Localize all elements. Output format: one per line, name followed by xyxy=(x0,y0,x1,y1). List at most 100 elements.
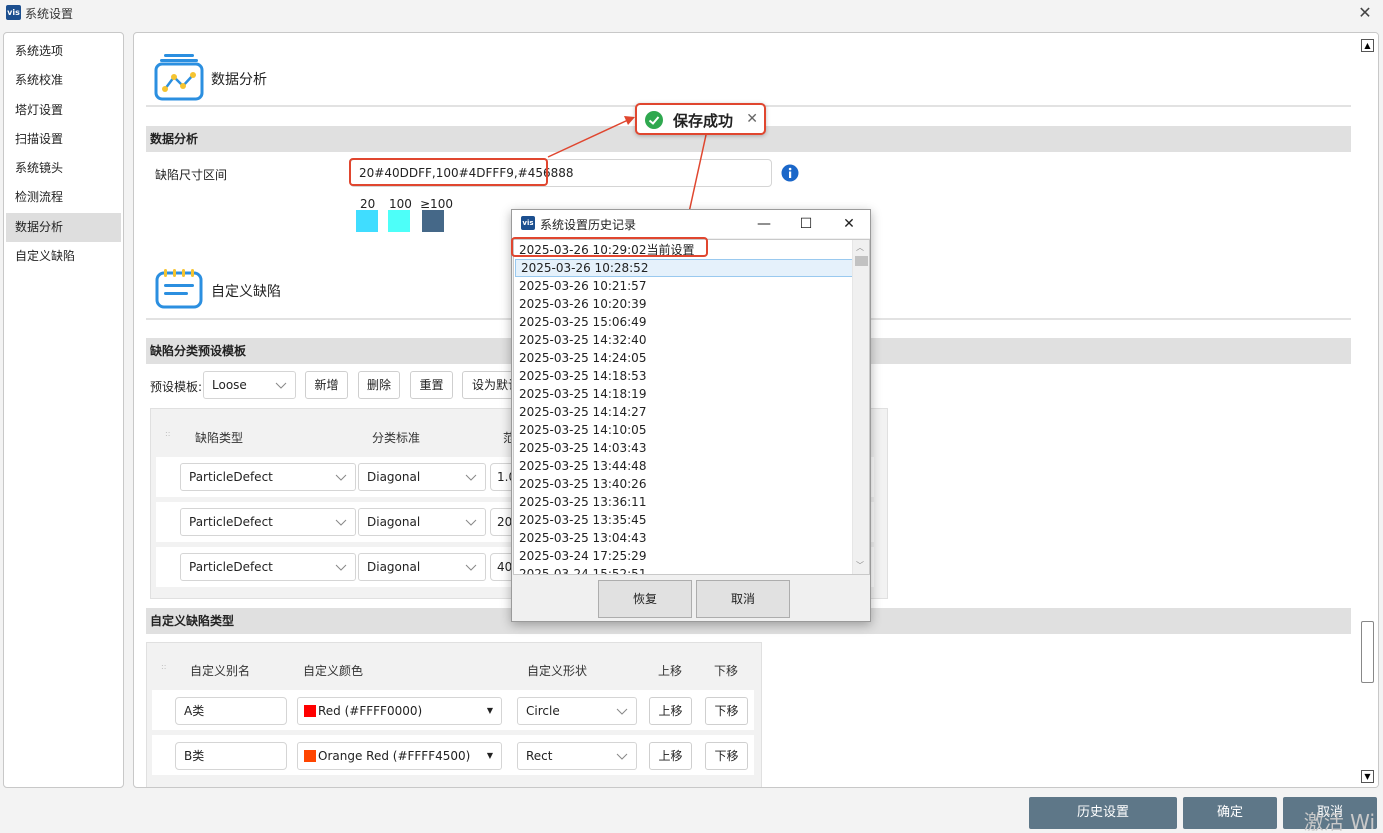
column-header-down: 下移 xyxy=(714,664,739,678)
move-up-button[interactable]: 上移 xyxy=(649,742,692,770)
custom-defect-icon xyxy=(154,267,204,309)
history-item[interactable]: 2025-03-25 14:18:19 xyxy=(519,385,646,403)
activation-watermark: 激活 Wi xyxy=(1303,810,1375,833)
standard-select[interactable]: Diagonal xyxy=(358,553,486,581)
maximize-icon[interactable]: ☐ xyxy=(792,213,820,235)
defect-type-select[interactable]: ParticleDefect xyxy=(180,463,356,491)
color-value: Orange Red (#FFFF4500) xyxy=(318,749,471,763)
alias-input[interactable]: B类 xyxy=(175,742,287,770)
sidebar-item-tower-light[interactable]: 塔灯设置 xyxy=(6,96,121,125)
custom-defect-module-title: 自定义缺陷 xyxy=(211,284,281,300)
alias-input[interactable]: A类 xyxy=(175,697,287,725)
main-scrollbar[interactable]: ▲ ▼ xyxy=(1358,33,1378,787)
app-logo: vis xyxy=(521,216,535,230)
history-settings-button[interactable]: 历史设置 xyxy=(1029,797,1177,829)
defect-size-label: 缺陷尺寸区间 xyxy=(155,168,228,182)
sidebar-item-scan-settings[interactable]: 扫描设置 xyxy=(6,125,121,154)
preset-template-value: Loose xyxy=(212,378,247,392)
defect-type-value: ParticleDefect xyxy=(189,515,273,529)
defect-type-select[interactable]: ParticleDefect xyxy=(180,553,356,581)
legend-swatch-over-100 xyxy=(422,210,444,232)
history-item[interactable]: 2025-03-26 10:20:39 xyxy=(519,295,646,313)
history-item[interactable]: 2025-03-25 13:36:11 xyxy=(519,493,646,511)
window-close-button[interactable]: ✕ xyxy=(1355,3,1375,22)
sidebar: 系统选项 系统校准 塔灯设置 扫描设置 系统镜头 检测流程 数据分析 自定义缺陷 xyxy=(3,32,124,788)
history-list[interactable]: 2025-03-26 10:29:02当前设置 2025-03-26 10:28… xyxy=(513,239,870,575)
history-dialog: vis 系统设置历史记录 — ☐ ✕ 2025-03-26 10:29:02当前… xyxy=(511,209,871,622)
toast-message: 保存成功 xyxy=(673,112,734,130)
column-header-shape: 自定义形状 xyxy=(527,664,588,678)
close-icon[interactable]: ✕ xyxy=(835,213,863,235)
scroll-thumb[interactable] xyxy=(855,256,868,266)
history-item[interactable]: 2025-03-25 13:40:26 xyxy=(519,475,646,493)
defect-type-select[interactable]: ParticleDefect xyxy=(180,508,356,536)
shape-value: Circle xyxy=(526,704,560,718)
preset-template-label: 预设模板: xyxy=(150,380,203,394)
history-item[interactable]: 2025-03-26 10:21:57 xyxy=(519,277,646,295)
sidebar-item-system-options[interactable]: 系统选项 xyxy=(6,37,121,66)
history-item[interactable]: 2025-03-25 13:35:45 xyxy=(519,511,646,529)
title-bar: vis 系统设置 ✕ xyxy=(0,0,1383,28)
shape-select[interactable]: Circle xyxy=(517,697,637,725)
move-down-button[interactable]: 下移 xyxy=(705,697,748,725)
chevron-down-icon xyxy=(335,564,347,571)
preset-template-select[interactable]: Loose xyxy=(203,371,296,399)
sidebar-item-inspection-flow[interactable]: 检测流程 xyxy=(6,183,121,212)
legend-label-over-100: ≥100 xyxy=(420,197,453,211)
sidebar-item-custom-defect[interactable]: 自定义缺陷 xyxy=(6,242,121,271)
chevron-down-icon xyxy=(335,519,347,526)
legend-label-20: 20 xyxy=(360,197,376,211)
color-select[interactable]: Red (#FFFF0000) ▼ xyxy=(297,697,502,725)
delete-template-button[interactable]: 删除 xyxy=(358,371,400,399)
chevron-down-icon xyxy=(275,382,287,389)
window-title: 系统设置 xyxy=(25,7,74,21)
dropdown-arrow-icon: ▼ xyxy=(486,706,493,715)
history-item[interactable]: 2025-03-25 15:06:49 xyxy=(519,313,646,331)
shape-select[interactable]: Rect xyxy=(517,742,637,770)
color-select[interactable]: Orange Red (#FFFF4500) ▼ xyxy=(297,742,502,770)
scroll-thumb[interactable] xyxy=(1361,621,1374,683)
standard-select[interactable]: Diagonal xyxy=(358,508,486,536)
history-item[interactable]: 2025-03-25 14:18:53 xyxy=(519,367,646,385)
history-item[interactable]: 2025-03-24 17:25:29 xyxy=(519,547,646,565)
move-up-button[interactable]: 上移 xyxy=(649,697,692,725)
sidebar-item-system-calibration[interactable]: 系统校准 xyxy=(6,66,121,95)
history-item[interactable]: 2025-03-25 13:04:43 xyxy=(519,529,646,547)
standard-select[interactable]: Diagonal xyxy=(358,463,486,491)
legend-swatch-100 xyxy=(388,210,410,232)
scroll-down-icon[interactable]: ﹀ xyxy=(856,560,864,571)
scroll-up-icon[interactable]: ▲ xyxy=(1361,39,1374,52)
history-item[interactable]: 2025-03-25 13:44:48 xyxy=(519,457,646,475)
move-down-button[interactable]: 下移 xyxy=(705,742,748,770)
history-item[interactable]: 2025-03-25 14:24:05 xyxy=(519,349,646,367)
shape-value: Rect xyxy=(526,749,553,763)
ok-button[interactable]: 确定 xyxy=(1183,797,1277,829)
scroll-down-icon[interactable]: ▼ xyxy=(1361,770,1374,783)
history-item-selected[interactable]: 2025-03-26 10:28:52 xyxy=(515,259,854,277)
add-template-button[interactable]: 新增 xyxy=(305,371,348,399)
dialog-title-bar: vis 系统设置历史记录 — ☐ ✕ xyxy=(512,210,870,238)
column-header-up: 上移 xyxy=(658,664,683,678)
history-item[interactable]: 2025-03-25 14:03:43 xyxy=(519,439,646,457)
chevron-down-icon xyxy=(465,564,477,571)
chevron-down-icon xyxy=(465,519,477,526)
history-item[interactable]: 2025-03-25 14:14:27 xyxy=(519,403,646,421)
defect-type-value: ParticleDefect xyxy=(189,470,273,484)
minimize-icon[interactable]: — xyxy=(750,213,778,235)
chevron-down-icon xyxy=(616,708,628,715)
toast-close-button[interactable]: ✕ xyxy=(746,111,758,127)
reset-template-button[interactable]: 重置 xyxy=(410,371,453,399)
history-item[interactable]: 2025-03-24 15:52:51 xyxy=(519,565,646,574)
info-icon[interactable] xyxy=(781,164,799,182)
dialog-cancel-button[interactable]: 取消 xyxy=(696,580,790,618)
history-item[interactable]: 2025-03-25 14:10:05 xyxy=(519,421,646,439)
sidebar-item-data-analysis[interactable]: 数据分析 xyxy=(6,212,121,243)
standard-value: Diagonal xyxy=(367,470,421,484)
save-success-toast: 保存成功 ✕ xyxy=(635,103,766,135)
scroll-up-icon[interactable]: ︿ xyxy=(856,242,864,253)
restore-button[interactable]: 恢复 xyxy=(598,580,692,618)
history-scrollbar[interactable]: ︿ ﹀ xyxy=(852,240,869,574)
sidebar-item-system-lens[interactable]: 系统镜头 xyxy=(6,154,121,183)
history-item[interactable]: 2025-03-25 14:32:40 xyxy=(519,331,646,349)
chevron-down-icon xyxy=(616,753,628,760)
